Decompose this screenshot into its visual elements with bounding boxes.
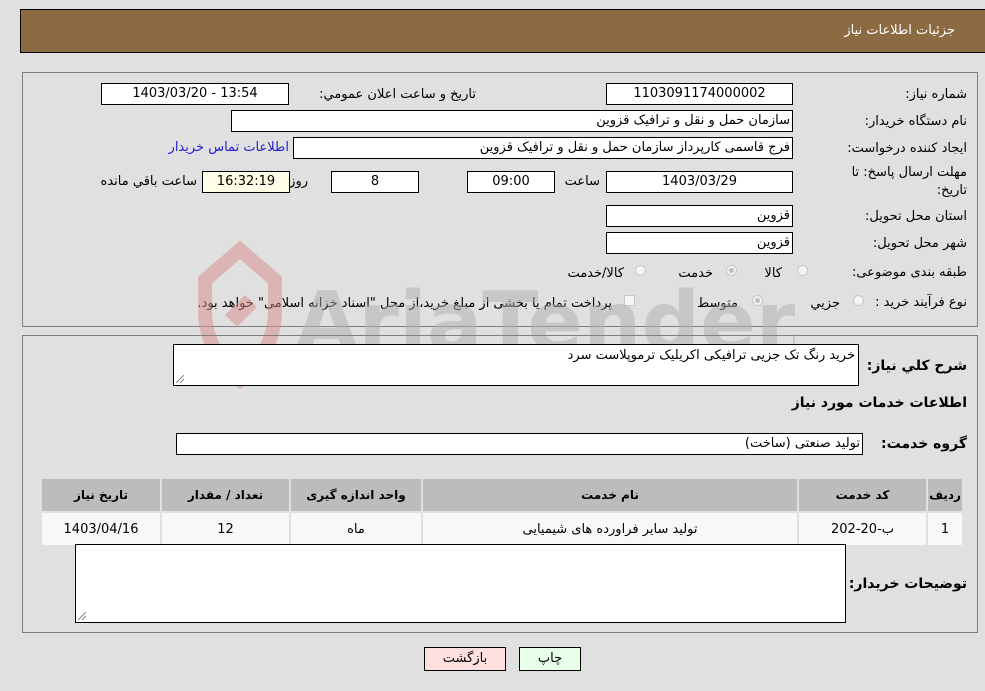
category-radio-goods[interactable] [797,265,808,276]
th-service-name: نام خدمت [421,477,799,513]
summary-label: شرح کلي نياز: [866,358,967,374]
category-label: طبقه بندی موضوعی: [851,265,967,280]
category-option-goods: کالا [764,266,782,281]
treasury-checkbox-label: پرداخت تمام یا بخشی از مبلغ خرید،از محل … [197,296,612,311]
process-option-medium: متوسط [697,296,738,311]
cell-service-code: ب-20-202 [797,511,928,547]
summary-textarea[interactable]: خرید رنگ تک جزیی ترافیکی اکریلیک ترموپلا… [173,344,859,386]
deadline-label-line2: تاریخ: [936,183,967,198]
remaining-days-field: 8 [331,171,419,193]
th-quantity: تعداد / مقدار [160,477,291,513]
city-field: قزوین [606,232,793,254]
need-number-label: شماره نیاز: [905,87,967,102]
cell-service-name: تولید سایر فراورده های شیمیایی [421,511,799,547]
remaining-label: ساعت باقي مانده [100,174,197,189]
announce-label: تاریخ و ساعت اعلان عمومي: [319,87,476,102]
deadline-time-field: 09:00 [467,171,555,193]
buyer-notes-textarea[interactable] [75,544,846,623]
treasury-checkbox[interactable] [624,295,635,306]
cell-row: 1 [926,511,964,547]
need-number-field: 1103091174000002 [606,83,793,105]
process-radio-minor[interactable] [853,295,864,306]
back-button[interactable]: بازگشت [424,647,506,671]
cell-quantity: 12 [160,511,291,547]
buyer-contact-link[interactable]: اطلاعات تماس خریدار [169,140,289,155]
creator-field: فرج قاسمی کارپرداز سازمان حمل و نقل و تر… [293,137,793,159]
province-label: استان محل تحویل: [865,209,967,224]
th-need-date: تاریخ نیاز [40,477,162,513]
services-table: رديف کد خدمت نام خدمت واحد اندازه گیری ت… [40,477,964,547]
buyer-notes-label: توضیحات خریدار: [848,576,967,592]
resize-grip-icon[interactable] [176,375,184,383]
th-unit: واحد اندازه گیری [289,477,423,513]
buyer-org-field: سازمان حمل و نقل و ترافیک قزوین [231,110,793,132]
page-title: جزئیات اطلاعات نیاز [844,23,955,38]
remaining-time-field: 16:32:19 [202,171,290,193]
th-service-code: کد خدمت [797,477,928,513]
deadline-label-line1: مهلت ارسال پاسخ: تا [851,165,967,180]
announce-field: 1403/03/20 - 13:54 [101,83,289,105]
service-group-field: تولید صنعتی (ساخت) [176,433,863,455]
resize-grip-icon[interactable] [78,612,86,620]
service-group-label: گروه خدمت: [881,436,967,452]
deadline-time-label: ساعت [564,174,600,189]
cell-need-date: 1403/04/16 [40,511,162,547]
services-heading: اطلاعات خدمات مورد نياز [791,395,967,411]
summary-text: خرید رنگ تک جزیی ترافیکی اکریلیک ترموپلا… [567,348,855,363]
province-field: قزوین [606,205,793,227]
buyer-org-label: نام دستگاه خریدار: [864,114,967,129]
table-row: 1 ب-20-202 تولید سایر فراورده های شیمیای… [40,511,964,547]
category-option-goods-service: کالا/خدمت [567,266,624,281]
process-label: نوع فرآیند خرید : [875,295,967,310]
category-option-service: خدمت [678,266,713,281]
cell-unit: ماه [289,511,423,547]
th-row: رديف [926,477,964,513]
deadline-date-field: 1403/03/29 [606,171,793,193]
city-label: شهر محل تحویل: [872,236,967,251]
process-radio-medium[interactable] [752,295,763,306]
category-radio-service[interactable] [726,265,737,276]
print-button[interactable]: چاپ [519,647,581,671]
creator-label: ایجاد کننده درخواست: [847,141,967,156]
table-header-row: رديف کد خدمت نام خدمت واحد اندازه گیری ت… [40,477,964,513]
process-option-minor: جزيي [810,296,840,311]
page-header: جزئیات اطلاعات نیاز [20,9,985,53]
category-radio-goods-service[interactable] [635,265,646,276]
